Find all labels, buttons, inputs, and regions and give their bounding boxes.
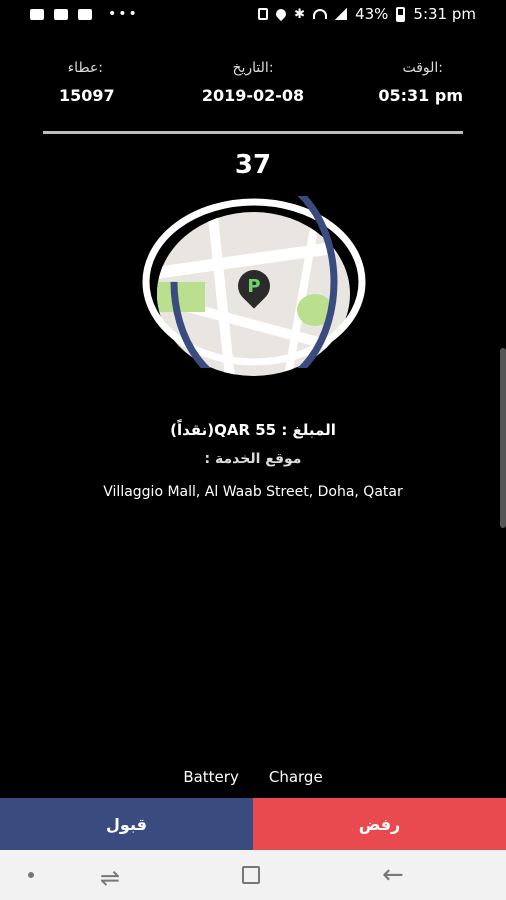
alarm-icon: [258, 8, 269, 20]
home-icon[interactable]: [242, 866, 260, 884]
countdown-timer: 37: [234, 150, 272, 180]
youtube-icon: [54, 8, 68, 20]
reject-button[interactable]: رفض: [253, 798, 506, 850]
time-value: 05:31 pm: [378, 86, 463, 105]
status-bar-left: •••: [30, 6, 139, 22]
service-address: Villaggio Mall, Al Waab Street, Doha, Qa…: [103, 484, 403, 500]
charge-label: Charge: [268, 768, 323, 786]
parking-pin-label: P: [247, 275, 261, 297]
recents-icon[interactable]: ⇌: [100, 864, 120, 892]
amount-text: المبلغ : QAR 55(نقداً): [170, 421, 336, 439]
divider: [43, 131, 463, 134]
more-icon: •••: [108, 6, 139, 22]
bid-label: عطاء:: [67, 60, 103, 76]
battery-label: Battery: [183, 768, 239, 786]
system-nav-bar: ⇌ ←: [0, 850, 506, 900]
notification-icon: [30, 8, 44, 20]
battery-percent: 43%: [355, 5, 389, 23]
location-icon: [274, 6, 289, 22]
status-bar: ••• ✱ 43% 5:31 pm: [0, 0, 506, 30]
wifi-icon: [313, 9, 328, 19]
clock: 5:31 pm: [413, 5, 476, 23]
bottom-labels: Battery Charge: [0, 768, 506, 786]
nav-dot-icon[interactable]: [28, 872, 34, 878]
time-column: الوقت: 05:31 pm: [303, 60, 463, 105]
bluetooth-icon: ✱: [294, 6, 306, 22]
service-location-label: موقع الخدمة :: [204, 451, 302, 467]
camera-icon: [78, 8, 92, 20]
accept-button[interactable]: قبول: [0, 798, 253, 850]
battery-icon: [396, 6, 406, 22]
order-info-header: عطاء: 15097 التاريخ: 2019-02-08 الوقت: 0…: [0, 60, 506, 130]
scrollbar[interactable]: [500, 348, 506, 528]
back-icon[interactable]: ←: [382, 860, 404, 890]
status-bar-right: ✱ 43% 5:31 pm: [258, 5, 476, 23]
signal-icon: [335, 8, 348, 20]
time-label: الوقت:: [402, 60, 443, 76]
